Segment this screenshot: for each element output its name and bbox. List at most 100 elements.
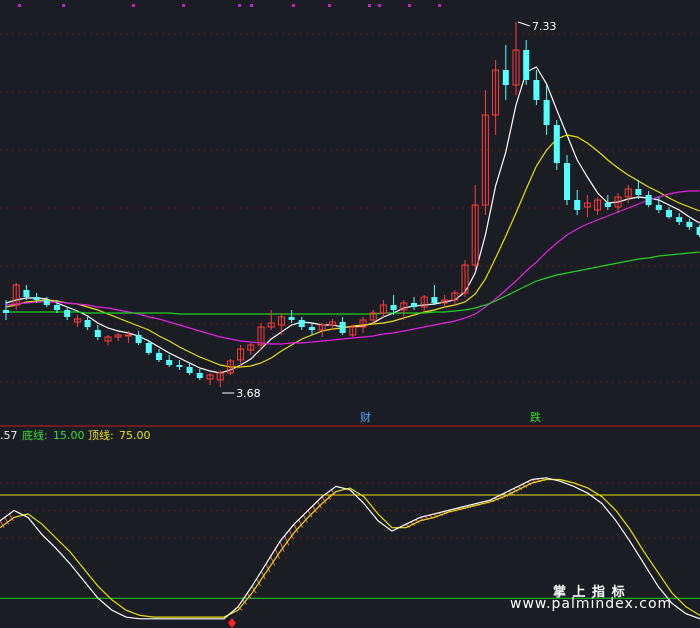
candle xyxy=(114,333,122,341)
candle xyxy=(431,285,438,305)
candle-body-down xyxy=(431,297,438,303)
candle xyxy=(614,193,622,213)
candle-body-down xyxy=(502,70,509,85)
candle-body-down xyxy=(564,163,570,200)
top-dot-marker xyxy=(238,4,241,7)
candle xyxy=(420,295,428,313)
top-dot-marker xyxy=(250,4,253,7)
candle-body-down xyxy=(166,360,173,365)
signal-diamond xyxy=(228,618,236,628)
candle xyxy=(298,317,305,330)
candle xyxy=(247,343,255,355)
candle-body-down xyxy=(523,50,530,80)
candle xyxy=(206,373,214,385)
candle-body-down xyxy=(635,189,642,195)
marker-cai: 财 xyxy=(360,410,371,424)
candle xyxy=(451,290,459,305)
candle-body-down xyxy=(676,217,683,222)
top-dot-marker xyxy=(378,4,381,7)
candle-body-down xyxy=(298,320,305,327)
low-price-label: 3.68 xyxy=(236,387,261,400)
candle xyxy=(696,225,700,237)
candle xyxy=(594,197,602,215)
candle xyxy=(339,317,346,335)
candle-body-down xyxy=(186,367,193,373)
candle xyxy=(186,363,193,375)
top-dot-marker xyxy=(132,4,135,7)
candle xyxy=(481,90,489,215)
candle xyxy=(349,325,357,337)
candle-body-down xyxy=(145,343,152,353)
candle-body-down xyxy=(645,195,652,205)
candle xyxy=(176,360,183,370)
candle-body-down xyxy=(309,327,315,330)
candle xyxy=(309,323,315,335)
candle-body-down xyxy=(196,373,203,378)
candle-body-down xyxy=(655,205,662,210)
candle-body-down xyxy=(574,200,581,210)
candle-body-down xyxy=(176,365,183,367)
candle xyxy=(156,349,162,362)
candle-body-down xyxy=(64,310,71,317)
candle-body-down xyxy=(543,100,550,125)
candle-body-down xyxy=(533,80,540,100)
candle xyxy=(502,45,509,100)
candle xyxy=(676,213,683,225)
legend-top-value: 75.00 xyxy=(119,429,151,442)
top-dot-marker xyxy=(182,4,185,7)
top-dot-marker xyxy=(62,4,65,7)
candle xyxy=(512,22,520,95)
legend-top-label: 顶线: xyxy=(88,428,114,442)
candle xyxy=(267,310,275,330)
candle-body-down xyxy=(696,227,700,235)
candle xyxy=(411,297,417,310)
candle xyxy=(379,300,387,317)
candle-body-down xyxy=(686,222,693,227)
high-price-label: 7.33 xyxy=(532,20,557,33)
candle xyxy=(216,370,224,387)
candle xyxy=(369,310,377,325)
candle xyxy=(196,369,203,380)
candle xyxy=(84,317,91,330)
candle-body-down xyxy=(666,210,672,217)
marker-die: 跌 xyxy=(530,410,541,424)
top-dot-marker xyxy=(368,4,371,7)
chart-window: 7.33 3.68 财跌 .57 底线: 15.00 顶线: 75.00 掌 上 指 标 ww… xyxy=(0,0,700,628)
candlestick-chart: 7.33 3.68 财 跌 .57 底线: 15.00 顶线: 75.00 xyxy=(0,4,700,628)
candle xyxy=(574,190,581,215)
candle-body-down xyxy=(411,303,417,307)
top-dot-marker xyxy=(18,4,21,7)
candle-body-down xyxy=(156,353,162,360)
candle-body-down xyxy=(94,330,101,337)
top-dot-marker xyxy=(408,4,411,7)
candle xyxy=(583,195,591,217)
candle xyxy=(624,185,632,203)
top-dot-marker xyxy=(292,4,295,7)
candle xyxy=(166,355,173,367)
candle-body-down xyxy=(604,203,611,207)
candle-body-down xyxy=(288,317,295,320)
candle-body-down xyxy=(553,125,560,163)
candle xyxy=(288,310,295,323)
candle xyxy=(533,70,540,105)
candle xyxy=(257,323,265,350)
candle xyxy=(104,335,112,345)
watermark-url: www.palmindex.com xyxy=(510,596,673,612)
legend-value: .57 xyxy=(0,429,18,442)
candle-body-down xyxy=(23,290,30,297)
candle-body-down xyxy=(339,322,346,333)
candle xyxy=(94,325,101,340)
top-dot-marker xyxy=(438,4,441,7)
candle-body-down xyxy=(54,305,60,310)
candle xyxy=(64,307,71,320)
candle xyxy=(135,331,142,345)
ma-green-line xyxy=(6,251,700,315)
candle xyxy=(686,219,693,230)
candle-body-down xyxy=(390,305,397,310)
high-arrow xyxy=(517,21,531,27)
top-dot-marker xyxy=(328,4,331,7)
candle-body-down xyxy=(43,300,50,305)
candle-body-down xyxy=(33,297,40,300)
candle-body-down xyxy=(84,320,91,327)
candle xyxy=(318,323,326,337)
